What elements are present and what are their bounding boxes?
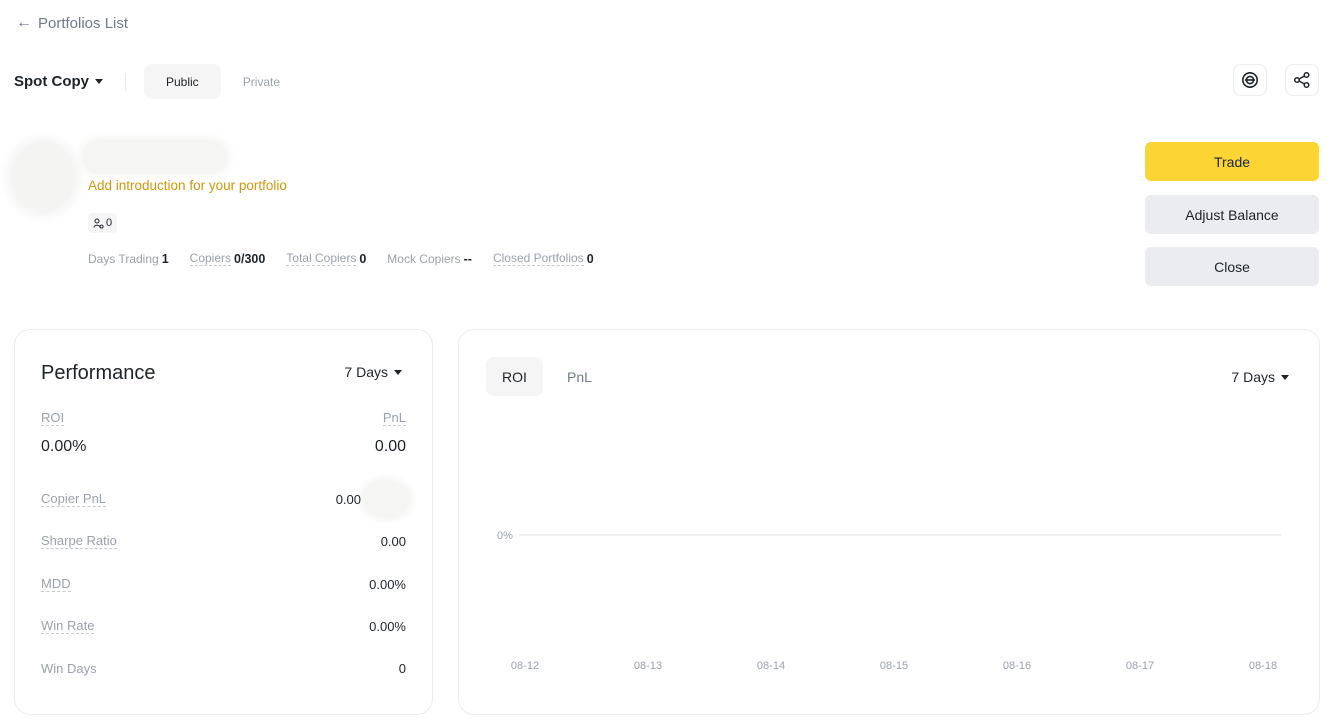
metric-sharpe-ratio: Sharpe Ratio 0.00: [41, 531, 406, 551]
share-button[interactable]: [1285, 64, 1319, 96]
stat-mock-copiers: Mock Copiers --: [387, 252, 472, 266]
share-icon: [1293, 71, 1310, 89]
x-tick-label: 08-12: [511, 660, 539, 672]
stat-label: Closed Portfolios: [492, 251, 584, 266]
metric-win-rate: Win Rate 0.00%: [41, 616, 406, 636]
followers-badge: 0: [88, 213, 118, 233]
portfolio-header: Spot Copy Public Private: [14, 64, 302, 99]
metric-label: Win Days: [41, 660, 97, 676]
stat-value: 1: [161, 251, 169, 266]
caret-down-icon: [95, 79, 103, 84]
mode-dropdown[interactable]: Spot Copy: [14, 73, 103, 90]
stat-value: --: [463, 251, 472, 266]
roi-chart: 0% 08-12 08-13 08-14 08-15 08-16 08-17 08-18: [497, 530, 1281, 672]
portfolio-stats: Days Trading 1 Copiers 0/300 Total Copie…: [88, 251, 615, 266]
back-link[interactable]: ← Portfolios List: [16, 14, 128, 32]
copy-trading-icon: [1242, 72, 1258, 88]
roi-value: 0.00%: [41, 438, 87, 455]
metric-label: MDD: [41, 576, 71, 592]
stat-closed-portfolios: Closed Portfolios 0: [492, 251, 594, 266]
x-tick-label: 08-15: [880, 660, 908, 672]
copier-pnl-redacted: [362, 480, 410, 518]
portfolio-name-redacted: [82, 140, 227, 174]
metric-label: Copier PnL: [41, 491, 107, 507]
add-introduction-link[interactable]: Add introduction for your portfolio: [88, 178, 287, 193]
y-tick-label: 0%: [497, 530, 513, 542]
stat-value: 0/300: [234, 251, 266, 266]
pnl-label: PnL: [382, 410, 406, 426]
stat-label: Mock Copiers: [387, 251, 461, 266]
performance-period-dropdown[interactable]: 7 Days: [344, 364, 402, 380]
close-button[interactable]: Close: [1145, 247, 1319, 286]
metric-value: 0.00%: [369, 576, 406, 592]
metric-copier-pnl: Copier PnL 0.00: [41, 489, 361, 509]
period-label: 7 Days: [344, 364, 388, 380]
user-icon: [93, 218, 104, 229]
metric-value: 0: [398, 660, 406, 676]
tab-private[interactable]: Private: [221, 64, 302, 99]
metric-value: 0.00%: [369, 618, 406, 634]
metric-win-days: Win Days 0: [41, 658, 406, 678]
stat-value: 0: [359, 251, 367, 266]
stat-value: 0: [586, 251, 594, 266]
avatar: [11, 142, 75, 212]
x-tick-label: 08-18: [1249, 660, 1277, 672]
chart-card: ROI PnL 7 Days 0% 08-12 08-13 08-14 08-15 08-…: [458, 329, 1320, 715]
x-tick-label: 08-14: [757, 660, 785, 672]
performance-card: Performance 7 Days ROI PnL 0.00% 0.00 Co…: [14, 329, 433, 715]
x-tick-label: 08-13: [634, 660, 662, 672]
metric-mdd: MDD 0.00%: [41, 574, 406, 594]
tab-public[interactable]: Public: [144, 64, 221, 99]
stat-total-copiers: Total Copiers 0: [286, 251, 366, 266]
x-tick-label: 08-17: [1126, 660, 1154, 672]
back-arrow-icon: ←: [16, 14, 32, 31]
metric-value: 0.00: [380, 533, 406, 549]
metric-value: 0.00: [335, 491, 361, 507]
divider: [125, 72, 126, 91]
trade-button[interactable]: Trade: [1145, 142, 1319, 181]
caret-down-icon: [394, 369, 402, 375]
stat-label: Total Copiers: [286, 251, 357, 266]
x-tick-label: 08-16: [1003, 660, 1031, 672]
performance-title: Performance: [41, 362, 156, 384]
stat-days-trading: Days Trading 1: [88, 252, 169, 266]
adjust-balance-button[interactable]: Adjust Balance: [1145, 195, 1319, 234]
followers-count: 0: [106, 217, 113, 229]
pnl-value: 0.00: [374, 438, 406, 455]
metric-label: Win Rate: [41, 618, 95, 634]
mode-label: Spot Copy: [14, 73, 89, 90]
metric-label: Sharpe Ratio: [41, 533, 117, 549]
stat-label: Days Trading: [88, 251, 159, 266]
back-link-label: Portfolios List: [38, 14, 129, 32]
copy-trading-button[interactable]: [1233, 64, 1267, 96]
stat-label: Copiers: [189, 251, 232, 266]
roi-label: ROI: [41, 410, 65, 426]
stat-copiers: Copiers 0/300: [189, 251, 266, 266]
